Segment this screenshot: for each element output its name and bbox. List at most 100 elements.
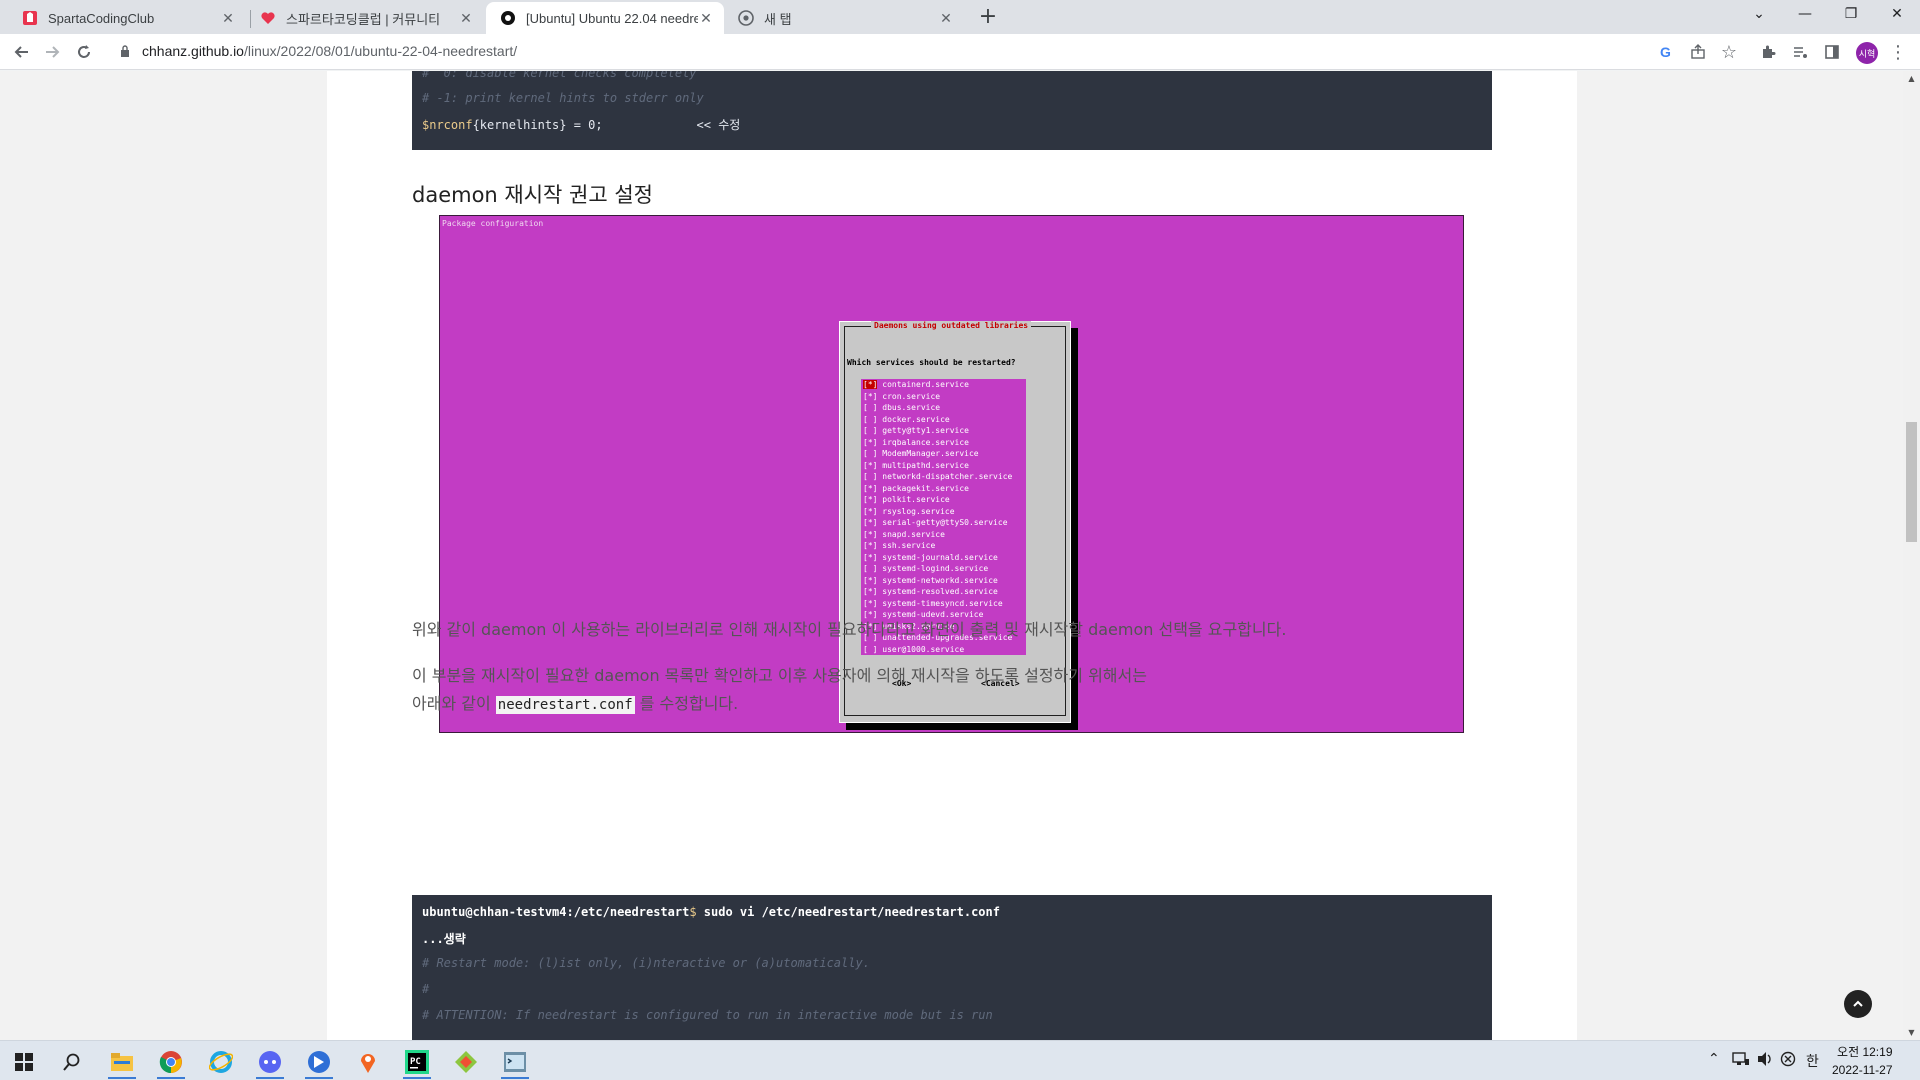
- service-list-item: [ ] ModemManager.service: [863, 449, 979, 458]
- tab-search-chevron-icon[interactable]: ⌄: [1736, 0, 1782, 30]
- bookmark-star-icon[interactable]: ☆: [1717, 40, 1741, 64]
- tab-new-tab[interactable]: 새 탭 ✕: [724, 2, 964, 34]
- chevron-up-icon: [1853, 1000, 1863, 1007]
- inline-code-filename: needrestart.conf: [495, 696, 635, 714]
- paragraph-config-intro-line2: 아래와 같이 needrestart.conf 를 수정합니다.: [412, 694, 739, 714]
- tab-sparta-community[interactable]: 스파르타코딩클럽 | 커뮤니티 ✕: [246, 2, 484, 34]
- search-icon[interactable]: [52, 1045, 92, 1079]
- scroll-up-arrow-icon[interactable]: ▲: [1905, 74, 1918, 84]
- side-panel-icon[interactable]: [1820, 40, 1844, 64]
- terminal-screenshot: Package configuration Daemons using outd…: [439, 215, 1464, 733]
- new-tab-plus-icon[interactable]: +: [976, 6, 1000, 30]
- network-icon[interactable]: [1732, 1051, 1750, 1071]
- tab-close-icon[interactable]: ✕: [938, 10, 954, 26]
- service-list-item: [ ] docker.service: [863, 414, 950, 424]
- menu-kebab-icon[interactable]: ⋮: [1886, 40, 1910, 64]
- service-list-item: [*] systemd-networkd.service: [863, 575, 998, 585]
- tab-title: [Ubuntu] Ubuntu 22.04 needres: [526, 10, 698, 26]
- code-comment: #: [422, 982, 430, 996]
- code-ellipsis: ...생략: [422, 932, 466, 946]
- tab-strip: SpartaCodingClub ✕ 스파르타코딩클럽 | 커뮤니티 ✕ [Ub…: [0, 0, 1920, 34]
- git-client-icon[interactable]: [446, 1045, 486, 1079]
- tray-overflow-chevron-icon[interactable]: ⌃: [1708, 1051, 1720, 1067]
- code-block-kernelhints: # 0: disable kernel checks completely # …: [412, 71, 1492, 150]
- blog-favicon-icon: [500, 10, 516, 26]
- chrome-favicon-icon: [738, 10, 754, 26]
- service-list-item: [*] irqbalance.service: [863, 437, 969, 447]
- scroll-to-top-button[interactable]: [1844, 990, 1872, 1018]
- address-bar[interactable]: chhanz.github.io/linux/2022/08/01/ubuntu…: [108, 39, 1708, 65]
- status-blocked-icon[interactable]: [1780, 1051, 1796, 1071]
- google-lens-icon[interactable]: G: [1654, 40, 1678, 64]
- share-icon[interactable]: [1686, 40, 1710, 64]
- remote-desktop-icon[interactable]: [299, 1045, 339, 1079]
- service-list-item: [*] systemd-resolved.service: [863, 587, 998, 596]
- service-list-item: [*] rsyslog.service: [863, 506, 955, 516]
- map-pin-app-icon[interactable]: [348, 1045, 388, 1079]
- minimize-icon[interactable]: —: [1782, 0, 1828, 30]
- heart-favicon-icon: [260, 10, 276, 26]
- tab-title: SpartaCodingClub: [48, 10, 155, 26]
- code-comment: # Restart mode: (l)ist only, (i)nteracti…: [422, 956, 870, 970]
- service-list-item: [*] polkit.service: [863, 495, 950, 504]
- service-list-item: [*] containerd.service: [863, 380, 969, 389]
- tab-title: 스파르타코딩클럽 | 커뮤니티: [286, 11, 441, 27]
- pycharm-icon[interactable]: PC: [397, 1045, 437, 1079]
- article-content: # 0: disable kernel checks completely # …: [327, 71, 1577, 1040]
- service-list-item: [*] systemd-timesyncd.service: [863, 598, 1003, 608]
- extensions-icon[interactable]: [1756, 40, 1780, 64]
- taskbar-clock[interactable]: 오전 12:19 2022-11-27: [1832, 1043, 1893, 1079]
- service-list-item: [*] cron.service: [863, 391, 941, 401]
- service-list-item: [*] serial-getty@ttyS0.service: [863, 518, 1008, 527]
- code-comment: # -1: print kernel hints to stderr only: [422, 91, 704, 105]
- tab-title: 새 탭: [764, 11, 792, 27]
- svg-text:G: G: [1660, 44, 1671, 60]
- sparta-favicon-icon: [22, 10, 38, 26]
- service-list-item: [ ] systemd-logind.service: [863, 564, 989, 573]
- url-text: chhanz.github.io/linux/2022/08/01/ubuntu…: [142, 43, 518, 59]
- chrome-icon[interactable]: [151, 1045, 191, 1079]
- code-assignment-line: $nrconf{kernelhints} = 0; << 수정: [422, 118, 741, 132]
- service-list-item: [ ] dbus.service: [863, 403, 941, 412]
- scrollbar-thumb[interactable]: [1906, 422, 1917, 542]
- tab-close-icon[interactable]: ✕: [698, 10, 714, 26]
- windows-start-icon[interactable]: [4, 1045, 44, 1079]
- tab-ubuntu-needrestart[interactable]: [Ubuntu] Ubuntu 22.04 needres ✕: [486, 2, 724, 34]
- dialog-question: Which services should be restarted?: [847, 358, 1016, 367]
- service-list-item: [*] snapd.service: [863, 529, 945, 539]
- service-list-item: [*] packagekit.service: [863, 483, 969, 493]
- tab-close-icon[interactable]: ✕: [220, 10, 236, 26]
- file-explorer-icon[interactable]: [102, 1045, 142, 1079]
- page-viewport: # 0: disable kernel checks completely # …: [0, 71, 1920, 1040]
- service-list-item: [*] multipathd.service: [863, 460, 969, 470]
- service-list: [*] containerd.service [*] cron.service [ …: [861, 379, 1026, 655]
- reload-icon[interactable]: [72, 40, 96, 64]
- ime-indicator[interactable]: 한: [1806, 1051, 1819, 1071]
- window-close-icon[interactable]: ✕: [1874, 0, 1920, 30]
- media-queue-icon[interactable]: [1788, 40, 1812, 64]
- service-list-item: [*] ssh.service: [863, 541, 936, 550]
- service-list-item: [ ] user@1000.service: [863, 644, 965, 654]
- restore-icon[interactable]: ❐: [1828, 0, 1874, 30]
- browser-toolbar: chhanz.github.io/linux/2022/08/01/ubuntu…: [0, 34, 1920, 70]
- paragraph-daemon-prompt: 위와 같이 daemon 이 사용하는 라이브러리로 인해 재시작이 필요하다라…: [412, 620, 1287, 639]
- forward-arrow-icon[interactable]: [40, 40, 64, 64]
- dialog-title: Daemons using outdated libraries: [871, 321, 1032, 330]
- svg-text:PC: PC: [410, 1057, 421, 1067]
- chat-app-icon[interactable]: [250, 1045, 290, 1079]
- page-scrollbar[interactable]: [1903, 71, 1920, 1040]
- profile-avatar[interactable]: 시혁: [1856, 42, 1878, 64]
- section-heading: daemon 재시작 권고 설정: [412, 183, 653, 207]
- clock-time: 오전 12:19: [1837, 1045, 1893, 1059]
- volume-icon[interactable]: [1756, 1051, 1774, 1071]
- internet-explorer-icon[interactable]: [201, 1045, 241, 1079]
- scroll-down-arrow-icon[interactable]: ▼: [1905, 1028, 1918, 1038]
- code-comment: # 0: disable kernel checks completely: [422, 71, 697, 80]
- tab-spartacodingclub[interactable]: SpartaCodingClub ✕: [8, 2, 246, 34]
- terminal-app-icon[interactable]: [495, 1045, 535, 1079]
- windows-taskbar: PC ⌃ 한 오전 12:19 2022-11-27: [0, 1040, 1920, 1080]
- tab-close-icon[interactable]: ✕: [458, 10, 474, 26]
- back-arrow-icon[interactable]: [10, 40, 34, 64]
- paragraph-config-intro-line1: 이 부분을 재시작이 필요한 daemon 목록만 확인하고 이후 사용자에 의…: [412, 666, 1147, 685]
- code-block-needrestart-conf: ubuntu@chhan-testvm4:/etc/needrestart$ s…: [412, 895, 1492, 1040]
